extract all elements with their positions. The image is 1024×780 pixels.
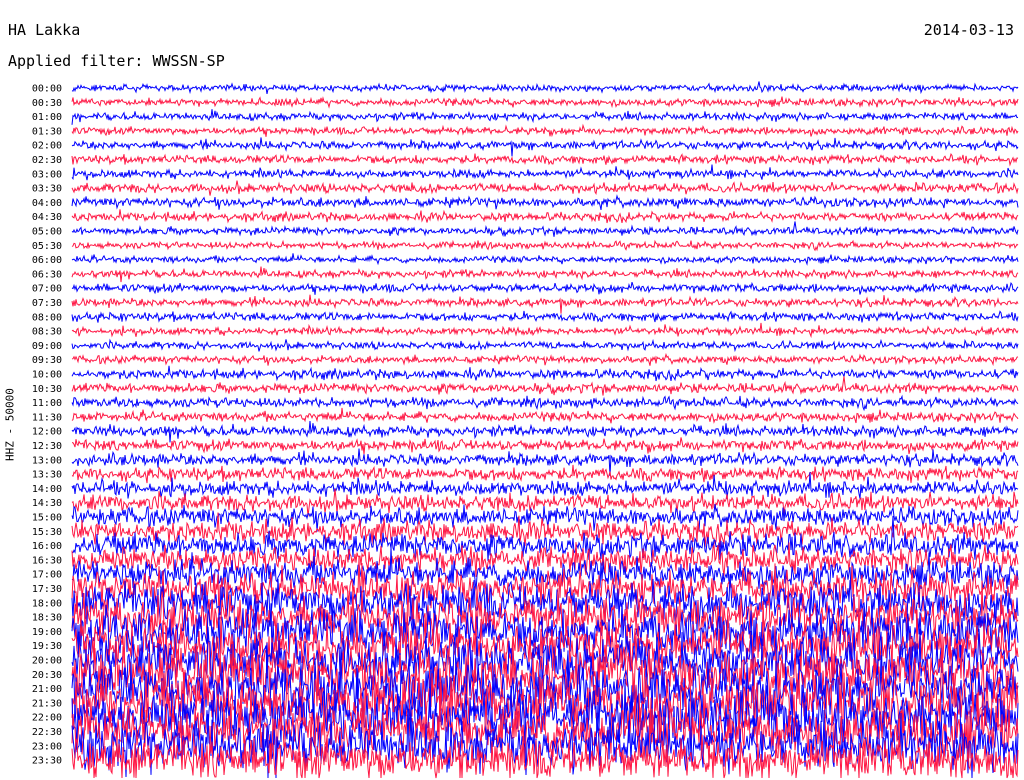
- trace-0730: [71, 294, 1019, 314]
- trace-1400: [71, 472, 1019, 500]
- row-label: 12:30: [32, 441, 62, 452]
- row-label: 09:30: [32, 355, 62, 366]
- row-label: 06:30: [32, 269, 62, 280]
- trace-0830: [71, 322, 1019, 339]
- row-label: 21:00: [32, 684, 62, 695]
- trace-0100: [71, 109, 1019, 125]
- row-label: 18:00: [32, 598, 62, 609]
- row-label: 19:00: [32, 627, 62, 638]
- row-label: 07:00: [32, 284, 62, 295]
- row-label: 19:30: [32, 641, 62, 652]
- row-label: 17:00: [32, 570, 62, 581]
- trace-0230: [71, 152, 1019, 167]
- row-label: 23:00: [32, 741, 62, 752]
- trace-0600: [71, 253, 1019, 266]
- row-label: 03:00: [32, 169, 62, 180]
- trace-0200: [71, 137, 1019, 157]
- trace-0930: [71, 352, 1019, 367]
- row-label: 13:00: [32, 455, 62, 466]
- trace-1200: [71, 420, 1019, 443]
- row-label: 22:00: [32, 713, 62, 724]
- row-label: 02:00: [32, 141, 62, 152]
- trace-1330: [71, 464, 1019, 484]
- row-label: 02:30: [32, 155, 62, 166]
- trace-1130: [71, 407, 1019, 424]
- row-label: 14:30: [32, 498, 62, 509]
- trace-0700: [71, 281, 1019, 295]
- row-label: 16:00: [32, 541, 62, 552]
- row-label: 03:30: [32, 184, 62, 195]
- trace-0400: [71, 194, 1019, 211]
- row-label: 18:30: [32, 613, 62, 624]
- trace-1230: [71, 437, 1019, 455]
- row-label: 16:30: [32, 555, 62, 566]
- row-label: 11:30: [32, 412, 62, 423]
- row-label: 10:00: [32, 370, 62, 381]
- row-label: 21:30: [32, 698, 62, 709]
- row-label: 08:30: [32, 327, 62, 338]
- helicorder-plot: 00:00 00:30 01:00 01:30 02:00 02:30 03:00 03:30…: [32, 81, 1019, 779]
- row-label: 04:30: [32, 212, 62, 223]
- row-label: 12:00: [32, 427, 62, 438]
- trace-1000: [71, 365, 1019, 382]
- row-label: 15:30: [32, 527, 62, 538]
- row-label: 07:30: [32, 298, 62, 309]
- trace-1100: [71, 394, 1019, 412]
- trace-1700: [71, 547, 1019, 594]
- row-label: 13:30: [32, 470, 62, 481]
- trace-0900: [71, 338, 1019, 353]
- row-label: 01:00: [32, 112, 62, 123]
- row-label: 17:30: [32, 584, 62, 595]
- trace-1030: [71, 376, 1019, 396]
- row-label: 00:00: [32, 84, 62, 95]
- trace-0030: [71, 96, 1019, 109]
- trace-0530: [71, 239, 1019, 252]
- row-label: 20:30: [32, 670, 62, 681]
- row-label: 04:00: [32, 198, 62, 209]
- row-label: 05:00: [32, 227, 62, 238]
- row-label: 15:00: [32, 513, 62, 524]
- row-label: 01:30: [32, 126, 62, 137]
- row-label: 23:30: [32, 756, 62, 767]
- trace-0300: [71, 164, 1019, 181]
- row-label: 22:30: [32, 727, 62, 738]
- trace-0000: [71, 81, 1019, 95]
- trace-0130: [71, 123, 1019, 138]
- row-label: 14:00: [32, 484, 62, 495]
- row-label: 20:00: [32, 656, 62, 667]
- trace-0500: [71, 221, 1019, 238]
- row-label: 09:00: [32, 341, 62, 352]
- trace-0800: [71, 310, 1019, 323]
- trace-0430: [71, 209, 1019, 224]
- row-label: 05:30: [32, 241, 62, 252]
- trace-2330: [71, 729, 1019, 779]
- row-label: 10:30: [32, 384, 62, 395]
- trace-0630: [71, 266, 1019, 283]
- row-label: 08:00: [32, 312, 62, 323]
- row-label: 11:00: [32, 398, 62, 409]
- row-label: 06:00: [32, 255, 62, 266]
- trace-0330: [71, 180, 1019, 196]
- row-label: 00:30: [32, 98, 62, 109]
